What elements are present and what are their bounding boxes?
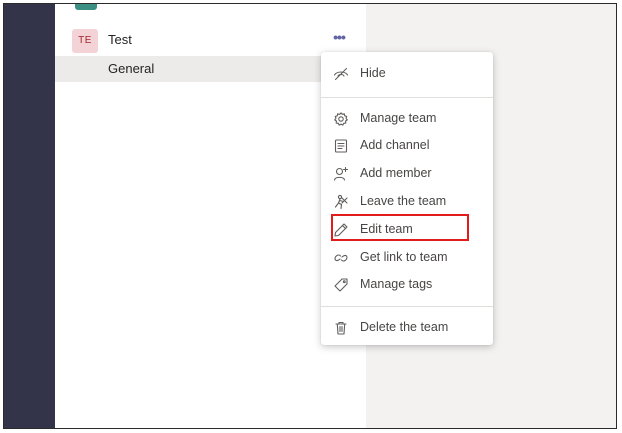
- menu-item-leave-team[interactable]: Leave the team: [321, 188, 493, 216]
- add-person-icon: [333, 166, 349, 182]
- menu-item-add-channel[interactable]: Add channel: [321, 132, 493, 160]
- teams-list-pane: TE Test ••• General: [55, 4, 366, 428]
- gear-icon: [333, 111, 349, 127]
- menu-item-add-member[interactable]: Add member: [321, 160, 493, 188]
- edit-team-highlight-box: [331, 214, 469, 241]
- team-avatar: TE: [72, 29, 98, 53]
- previous-team-avatar[interactable]: [75, 4, 97, 10]
- team-name: Test: [108, 32, 132, 47]
- more-options-button[interactable]: •••: [327, 30, 351, 50]
- channel-item-general[interactable]: General: [55, 56, 366, 82]
- menu-item-label: Leave the team: [360, 194, 447, 208]
- app-window: TE Test ••• General Hide Manage team Add…: [3, 3, 617, 429]
- trash-icon: [333, 320, 349, 336]
- tag-icon: [333, 277, 349, 293]
- menu-item-manage-team[interactable]: Manage team: [321, 105, 493, 133]
- menu-item-label: Get link to team: [360, 250, 448, 264]
- link-icon: [333, 250, 349, 266]
- team-context-menu: Hide Manage team Add channel Add member: [321, 52, 493, 345]
- menu-item-get-link[interactable]: Get link to team: [321, 244, 493, 272]
- menu-item-label: Manage team: [360, 111, 437, 125]
- app-rail: [4, 4, 55, 428]
- channel-icon: [333, 138, 349, 154]
- menu-divider: [321, 97, 493, 98]
- menu-item-label: Hide: [360, 66, 386, 80]
- menu-item-label: Add member: [360, 166, 432, 180]
- hide-icon: [333, 66, 349, 82]
- menu-item-delete-team[interactable]: Delete the team: [321, 314, 493, 342]
- menu-item-label: Add channel: [360, 138, 430, 152]
- menu-item-label: Delete the team: [360, 320, 449, 334]
- menu-item-hide[interactable]: Hide: [321, 60, 493, 88]
- channel-name: General: [108, 61, 155, 76]
- menu-item-label: Manage tags: [360, 277, 433, 291]
- menu-item-manage-tags[interactable]: Manage tags: [321, 271, 493, 299]
- team-row[interactable]: TE Test •••: [55, 26, 366, 54]
- leave-icon: [333, 194, 349, 210]
- menu-divider: [321, 306, 493, 307]
